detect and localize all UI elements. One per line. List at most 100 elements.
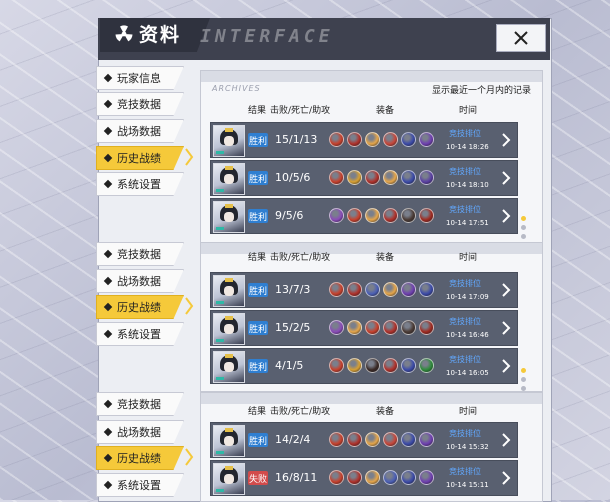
equipment-icon (383, 282, 398, 297)
interface-decoration: INTERFACE (200, 26, 334, 47)
result-badge: 胜利 (248, 209, 268, 223)
match-row[interactable]: 胜利 14/2/4 竞技排位 10-14 15:32 (210, 422, 518, 458)
rank-mode-label: 竞技排位 (449, 167, 481, 176)
sidebar-item-label: 竞技数据 (117, 248, 161, 261)
diamond-icon (103, 99, 113, 109)
sidebar-item[interactable]: 系统设置 (96, 322, 184, 346)
sidebar-item[interactable]: 战场数据 (96, 269, 184, 293)
equipment-icon (329, 320, 344, 335)
equipment-icon (383, 470, 398, 485)
equipment-icon (365, 208, 380, 223)
hero-avatar (213, 163, 245, 195)
equipment-icon (419, 358, 434, 373)
close-button[interactable] (496, 24, 546, 52)
sidebar-item[interactable]: 战场数据 (96, 119, 184, 143)
result-badge: 胜利 (248, 283, 268, 297)
equipment-icon (401, 432, 416, 447)
match-time: 10-14 17:51 (446, 219, 489, 227)
hero-avatar (213, 463, 245, 495)
diamond-icon (103, 126, 113, 136)
col-header-kda: 击败/死亡/助攻 (270, 407, 331, 417)
equipment-icon (347, 432, 362, 447)
diamond-icon (103, 427, 113, 437)
equipment-icon (383, 432, 398, 447)
equipment-icon (329, 282, 344, 297)
sidebar-item[interactable]: 玩家信息 (96, 66, 184, 90)
match-row[interactable]: 胜利 15/2/5 竞技排位 10-14 16:46 (210, 310, 518, 346)
equipment-icon (419, 282, 434, 297)
kda-text: 10/5/6 (275, 171, 311, 184)
sidebar-item-label: 玩家信息 (117, 72, 161, 85)
sidebar-item[interactable]: 竞技数据 (96, 392, 184, 416)
chevron-right-icon (502, 321, 511, 335)
match-time: 10-14 18:26 (446, 143, 489, 151)
equipment-icon (419, 320, 434, 335)
diamond-icon (103, 179, 113, 189)
equipment-icon (383, 132, 398, 147)
equipment-icon (329, 470, 344, 485)
equipment-icon (383, 358, 398, 373)
col-header-equipment: 装备 (376, 407, 395, 417)
kda-text: 15/1/13 (275, 133, 318, 146)
diamond-icon (103, 302, 113, 312)
sidebar-item[interactable]: 历史战绩 (96, 146, 184, 170)
sidebar-item[interactable]: 历史战绩 (96, 295, 184, 319)
sidebar-item[interactable]: 系统设置 (96, 473, 184, 497)
match-time: 10-14 15:32 (446, 443, 489, 451)
chevron-right-icon (502, 359, 511, 373)
diamond-icon (103, 453, 113, 463)
rank-mode-label: 竞技排位 (449, 317, 481, 326)
equipment-icon (383, 170, 398, 185)
equipment-icon (365, 470, 380, 485)
kda-text: 16/8/11 (275, 471, 318, 484)
sidebar-item-label: 竞技数据 (117, 98, 161, 111)
equipment-icon (419, 432, 434, 447)
sidebar-item-label: 竞技数据 (117, 398, 161, 411)
col-header-time: 时间 (459, 407, 478, 417)
sidebar-item[interactable]: 竞技数据 (96, 242, 184, 266)
match-row[interactable]: 胜利 10/5/6 竞技排位 10-14 18:10 (210, 160, 518, 196)
equipment-icon (365, 320, 380, 335)
diamond-icon (103, 249, 113, 259)
equipment-icon (401, 358, 416, 373)
col-header-time: 时间 (459, 253, 478, 263)
diamond-icon (103, 480, 113, 490)
match-row[interactable]: 胜利 13/7/3 竞技排位 10-14 17:09 (210, 272, 518, 308)
col-header-equipment: 装备 (376, 106, 395, 116)
equipment-icon (365, 132, 380, 147)
match-row[interactable]: 胜利 15/1/13 竞技排位 10-14 18:26 (210, 122, 518, 158)
chevron-right-icon (502, 283, 511, 297)
sidebar-item[interactable]: 战场数据 (96, 420, 184, 444)
equipment-icon (419, 470, 434, 485)
result-badge: 胜利 (248, 359, 268, 373)
sidebar-item-label: 战场数据 (117, 275, 161, 288)
scroll-indicator[interactable] (521, 368, 527, 395)
radiation-icon (115, 25, 133, 42)
active-arrow-icon (185, 148, 194, 166)
result-badge: 胜利 (248, 171, 268, 185)
match-time: 10-14 17:09 (446, 293, 489, 301)
match-row[interactable]: 胜利 4/1/5 竞技排位 10-14 16:05 (210, 348, 518, 384)
col-header-result: 结果 (248, 407, 267, 417)
sidebar-item-label: 系统设置 (117, 178, 161, 191)
equipment-icon (347, 320, 362, 335)
diamond-icon (103, 399, 113, 409)
match-time: 10-14 15:11 (446, 481, 489, 489)
result-badge: 胜利 (248, 133, 268, 147)
sidebar-item[interactable]: 系统设置 (96, 172, 184, 196)
equipment-icon (347, 170, 362, 185)
close-icon (514, 31, 528, 45)
sidebar-item-label: 战场数据 (117, 125, 161, 138)
scroll-indicator[interactable] (521, 216, 527, 243)
sidebar-item[interactable]: 历史战绩 (96, 446, 184, 470)
col-header-result: 结果 (248, 106, 267, 116)
sidebar-item-label: 战场数据 (117, 426, 161, 439)
kda-text: 4/1/5 (275, 359, 304, 372)
chevron-right-icon (502, 471, 511, 485)
match-row[interactable]: 胜利 9/5/6 竞技排位 10-14 17:51 (210, 198, 518, 234)
sidebar-item-label: 历史战绩 (117, 452, 161, 465)
match-row[interactable]: 失败 16/8/11 竞技排位 10-14 15:11 (210, 460, 518, 496)
sidebar-item[interactable]: 竞技数据 (96, 92, 184, 116)
diamond-icon (103, 329, 113, 339)
col-header-result: 结果 (248, 253, 267, 263)
